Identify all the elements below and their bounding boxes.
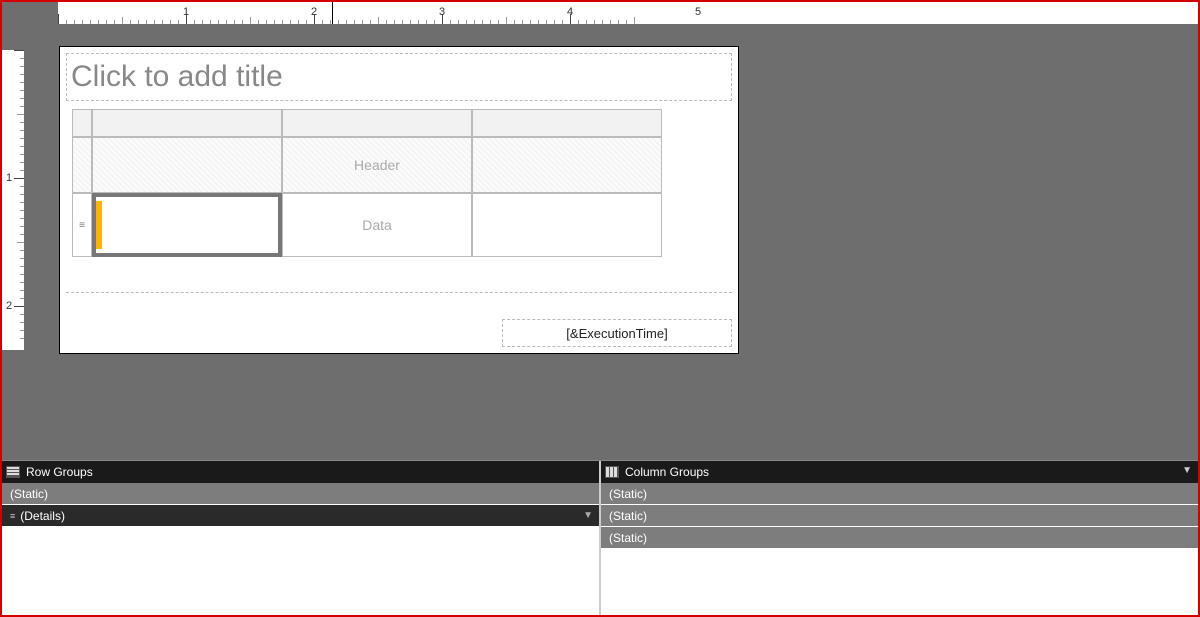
column-handle[interactable] [472,109,662,137]
ruler-number: 2 [6,300,12,312]
column-group-static-item[interactable]: (Static) [601,505,1198,527]
ruler-number: 4 [567,6,573,18]
ruler-number: 1 [6,172,12,184]
row-groups-icon [6,466,20,478]
footer-execution-time[interactable]: [&ExecutionTime] [502,319,732,347]
column-groups-list: (Static) (Static) (Static) [601,483,1198,615]
report-title-placeholder[interactable]: Click to add title [66,53,732,101]
group-item-label: (Static) [609,509,647,523]
header-cell[interactable]: Header [282,137,472,193]
column-groups-column: Column Groups ▼ (Static) (Static) (Static) [601,461,1198,615]
app-frame: 12345 12 Click to add title [0,0,1200,617]
horizontal-ruler-wrap: 1 2 3 4 5 [2,2,1198,24]
ruler-number: 1 [183,6,189,18]
footer-value: [&ExecutionTime] [566,326,667,341]
design-canvas[interactable]: Click to add title Header [24,24,1198,460]
column-group-static-item[interactable]: (Static) [601,483,1198,505]
vertical-ruler[interactable]: 12 [2,50,24,350]
column-handle[interactable] [282,109,472,137]
details-grip-icon: ≡ [10,511,14,521]
column-handle[interactable] [92,109,282,137]
group-item-label: (Static) [609,487,647,501]
row-groups-column: Row Groups (Static) ≡ (Details) ▼ [2,461,601,615]
row-group-details-item[interactable]: ≡ (Details) ▼ [2,505,599,527]
ruler-guide-marker[interactable] [332,2,333,24]
data-cell-label: Data [362,217,392,233]
column-groups-icon [605,466,619,478]
row-groups-header[interactable]: Row Groups [2,461,599,483]
data-cell[interactable]: Data [282,193,472,257]
grouping-panel: Row Groups (Static) ≡ (Details) ▼ Column Gr… [2,460,1198,615]
tablix-column-handles [72,109,672,137]
data-cell-selected[interactable] [92,193,282,257]
body-footer-divider [66,292,732,293]
ruler-number: 5 [695,6,701,18]
tablix-data-row: ≡ Data [72,193,672,257]
column-group-static-item[interactable]: (Static) [601,527,1198,549]
tablix-corner-handle[interactable] [72,109,92,137]
details-handle-icon: ≡ [79,220,85,231]
ruler-number: 2 [311,6,317,18]
report-title-text: Click to add title [71,60,283,94]
details-dropdown-icon[interactable]: ▼ [583,510,593,521]
header-cell[interactable] [92,137,282,193]
row-group-static-item[interactable]: (Static) [2,483,599,505]
row-groups-label: Row Groups [26,465,93,479]
tablix[interactable]: Header ≡ Data [72,109,672,257]
horizontal-ruler[interactable]: 1 2 3 4 5 [58,2,1198,24]
header-cell-label: Header [354,157,400,173]
group-item-label: (Details) [20,509,65,523]
tablix-header-row: Header [72,137,672,193]
row-groups-list: (Static) ≡ (Details) ▼ [2,483,599,615]
header-cell[interactable] [472,137,662,193]
data-cell[interactable] [472,193,662,257]
group-item-label: (Static) [10,487,48,501]
row-handle-details[interactable]: ≡ [72,193,92,257]
row-handle[interactable] [72,137,92,193]
group-item-label: (Static) [609,531,647,545]
column-groups-label: Column Groups [625,465,709,479]
report-page[interactable]: Click to add title Header [59,46,739,354]
ruler-number: 3 [439,6,445,18]
column-groups-dropdown-icon[interactable]: ▼ [1182,465,1192,476]
column-groups-header[interactable]: Column Groups ▼ [601,461,1198,483]
